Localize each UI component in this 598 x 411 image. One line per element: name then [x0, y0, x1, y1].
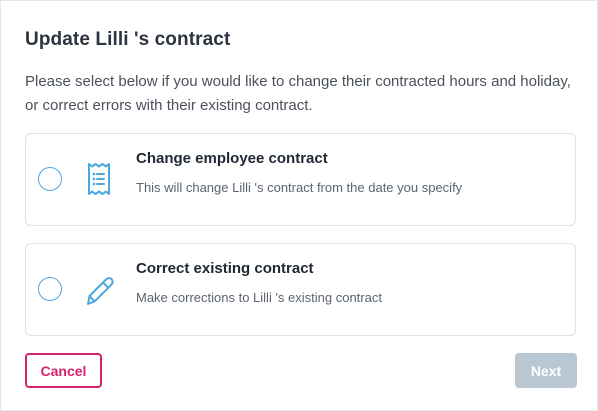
pencil-icon — [82, 270, 116, 308]
dialog-description: Please select below if you would like to… — [25, 73, 571, 114]
option-change-employee-contract[interactable]: Change employee contract This will chang… — [25, 133, 576, 226]
radio-correct-existing-contract[interactable] — [38, 277, 62, 301]
option-title: Change employee contract — [136, 150, 328, 167]
radio-change-employee-contract[interactable] — [38, 167, 62, 191]
cancel-button[interactable]: Cancel — [25, 353, 102, 388]
next-button[interactable]: Next — [515, 353, 577, 388]
option-correct-existing-contract[interactable]: Correct existing contract Make correctio… — [25, 243, 576, 336]
dialog-title: Update Lilli 's contract — [25, 29, 231, 50]
update-contract-dialog: Update Lilli 's contract Please select b… — [0, 0, 598, 411]
option-title: Correct existing contract — [136, 260, 314, 277]
option-subtitle: This will change Lilli 's contract from … — [136, 180, 463, 195]
receipt-icon — [82, 160, 116, 198]
option-subtitle: Make corrections to Lilli 's existing co… — [136, 290, 382, 305]
